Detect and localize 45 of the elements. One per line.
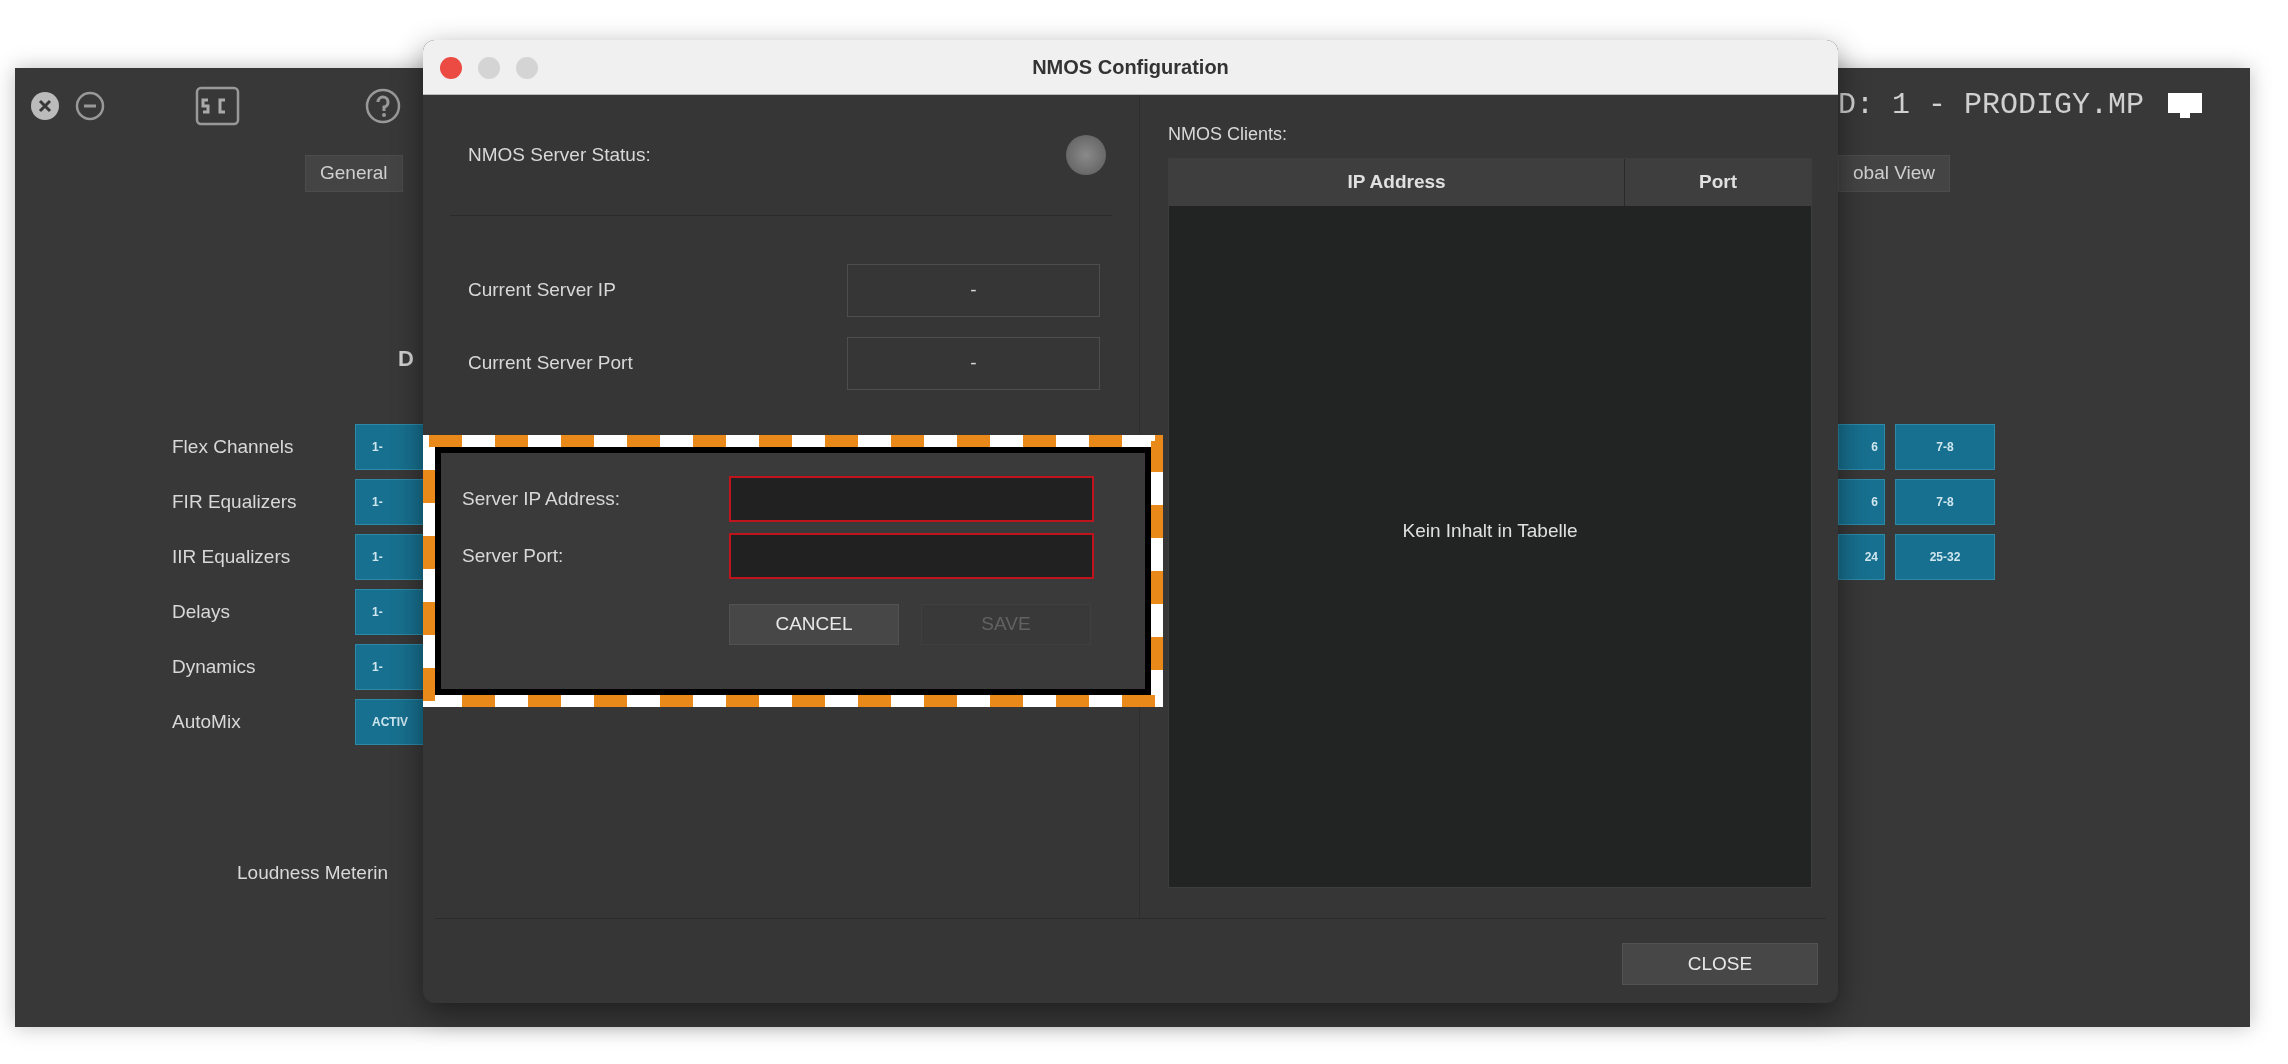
range-button[interactable]: 1- xyxy=(355,424,425,470)
cancel-button[interactable]: CANCEL xyxy=(729,604,899,645)
monitor-icon[interactable] xyxy=(2166,90,2205,121)
range-button[interactable]: 1- xyxy=(355,644,425,690)
row-label: IIR Equalizers xyxy=(172,544,292,569)
clients-heading: NMOS Clients: xyxy=(1168,123,1289,146)
range-button[interactable]: 1- xyxy=(355,534,425,580)
empty-table-message: Kein Inhalt in Tabelle xyxy=(1402,519,1578,544)
field-label: Server Port: xyxy=(462,543,565,568)
info-value: - xyxy=(847,264,1100,317)
window-title: NMOS Configuration xyxy=(1032,55,1229,80)
minimize-icon[interactable] xyxy=(75,90,105,121)
column-header[interactable]: IP Address xyxy=(1169,159,1625,206)
loudness-label: Loudness Meterin xyxy=(237,862,389,883)
range-button[interactable]: 7-8 xyxy=(1895,424,1995,470)
sc-badge-icon[interactable] xyxy=(195,85,240,126)
field-label: Server IP Address: xyxy=(462,486,622,511)
range-button[interactable]: ACTIV xyxy=(355,699,425,745)
info-label: Current Server IP xyxy=(468,278,617,303)
device-title: D: 1 - PRODIGY.MP xyxy=(1838,87,2145,124)
range-button[interactable]: 25-32 xyxy=(1895,534,1995,580)
tab[interactable]: General xyxy=(305,155,403,192)
input-field[interactable] xyxy=(729,533,1094,579)
row-label: Flex Channels xyxy=(172,434,295,459)
range-button[interactable]: 1- xyxy=(355,589,425,635)
range-button[interactable]: 7-8 xyxy=(1895,479,1995,525)
row-label: Delays xyxy=(172,599,232,624)
help-icon[interactable] xyxy=(365,87,401,124)
close-icon[interactable] xyxy=(30,90,60,121)
row-label: AutoMix xyxy=(172,709,242,734)
tab[interactable]: obal View xyxy=(1838,155,1951,192)
row-label: FIR Equalizers xyxy=(172,489,298,514)
range-button[interactable]: 1- xyxy=(355,479,425,525)
status-label: NMOS Server Status: xyxy=(468,142,651,167)
close-button[interactable]: CLOSE xyxy=(1622,943,1818,985)
info-value: - xyxy=(847,337,1100,390)
range-button[interactable]: 6 xyxy=(1838,424,1885,470)
section-heading: D xyxy=(398,346,414,371)
info-label: Current Server Port xyxy=(468,351,634,376)
window-close-icon[interactable] xyxy=(440,57,462,79)
input-field[interactable] xyxy=(729,476,1094,522)
range-button[interactable]: 6 xyxy=(1838,479,1885,525)
column-header[interactable]: Port xyxy=(1625,159,1811,206)
row-label: Dynamics xyxy=(172,654,257,679)
range-button[interactable]: 24 xyxy=(1838,534,1885,580)
